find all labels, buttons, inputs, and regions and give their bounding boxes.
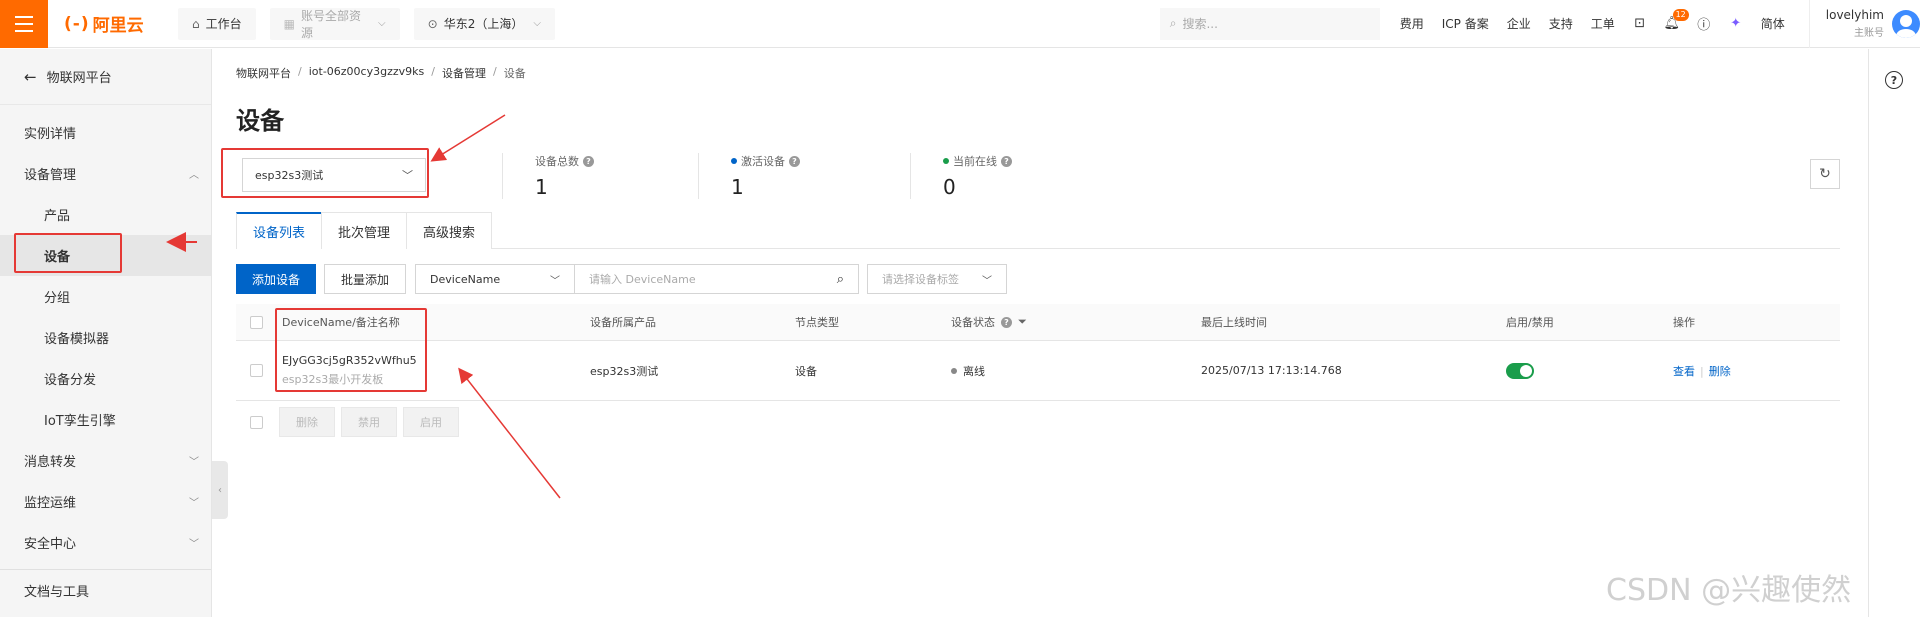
watermark: CSDN @兴趣使然 [1606, 573, 1852, 608]
annotation-arrows [166, 114, 561, 499]
annotation-arrow-product [430, 114, 506, 162]
annotation-arrow-device [458, 367, 561, 499]
